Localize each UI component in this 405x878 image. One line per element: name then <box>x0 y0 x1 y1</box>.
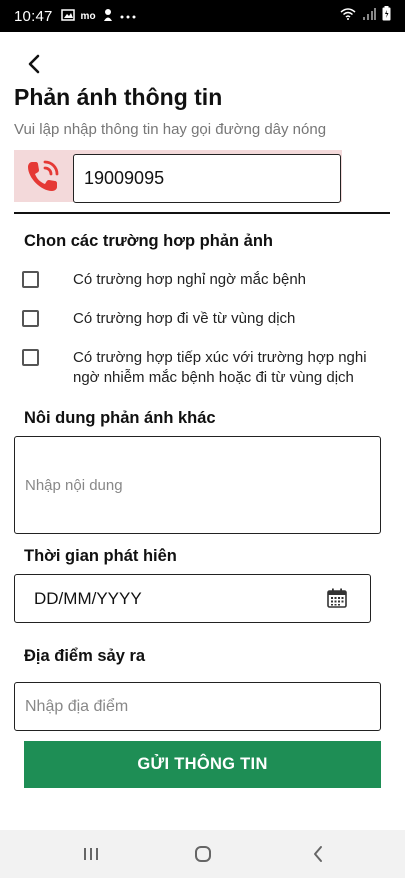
checkbox[interactable] <box>22 310 39 327</box>
other-content-placeholder: Nhập nội dung <box>25 476 123 494</box>
more-icon <box>120 10 136 22</box>
back-button[interactable] <box>18 48 50 80</box>
date-value: DD/MM/YYYY <box>34 588 142 608</box>
home-icon <box>195 846 211 862</box>
hotline-row: 19009095 <box>14 150 342 206</box>
checkbox[interactable] <box>22 349 39 366</box>
checkbox[interactable] <box>22 271 39 288</box>
page-title: Phản ánh thông tin <box>14 84 223 110</box>
back-icon <box>314 846 322 862</box>
status-time: 10:47 <box>14 7 53 25</box>
status-bar: 10:47 mo <box>0 0 405 32</box>
other-content-title: Nôi dung phản ánh khác <box>24 409 216 427</box>
checkbox-label: Có trường hơp nghỉ ngờ mắc bệnh <box>73 271 307 288</box>
location-placeholder: Nhập địa điểm <box>25 697 129 715</box>
battery-icon <box>382 6 391 26</box>
gallery-icon <box>60 8 75 24</box>
divider <box>14 212 390 214</box>
recent-apps-icon <box>84 848 98 860</box>
detection-time-title: Thời gian phát hiên <box>24 547 177 565</box>
checkbox-row-returned[interactable]: Có trường hơp đi về từ vùng dịch <box>22 309 373 329</box>
checkbox-row-suspected[interactable]: Có trường hơp nghỉ ngờ mắc bệnh <box>22 270 373 290</box>
recent-apps-button[interactable] <box>79 842 103 866</box>
checkbox-label: Có trường hợp tiếp xúc với trường hợp ng… <box>73 349 367 386</box>
other-content-textarea[interactable]: Nhập nội dung <box>14 436 381 534</box>
wifi-icon <box>340 7 356 25</box>
chevron-left-icon <box>28 54 40 74</box>
signal-icon <box>362 7 376 25</box>
home-button[interactable] <box>191 842 215 866</box>
cases-section-title: Chon các trường hơp phản ảnh <box>24 232 273 250</box>
mode-badge: mo <box>80 10 96 22</box>
location-input[interactable]: Nhập địa điểm <box>14 682 381 731</box>
date-input[interactable]: DD/MM/YYYY <box>14 574 371 623</box>
checkbox-row-contact[interactable]: Có trường hợp tiếp xúc với trường hợp ng… <box>22 348 373 388</box>
checkbox-label: Có trường hơp đi về từ vùng dịch <box>73 310 296 327</box>
calendar-icon[interactable] <box>326 587 348 609</box>
system-back-button[interactable] <box>306 842 330 866</box>
hotline-call-button[interactable] <box>14 150 72 202</box>
hotline-number[interactable]: 19009095 <box>73 154 341 203</box>
navigation-bar <box>0 830 405 878</box>
phone-ringing-icon <box>28 160 59 191</box>
page-subtitle: Vui lập nhập thông tin hay gọi đường dây… <box>14 121 327 138</box>
notification-icon <box>102 8 114 25</box>
location-title: Địa điểm sảy ra <box>24 647 146 665</box>
submit-button[interactable]: GỬI THÔNG TIN <box>24 741 381 788</box>
